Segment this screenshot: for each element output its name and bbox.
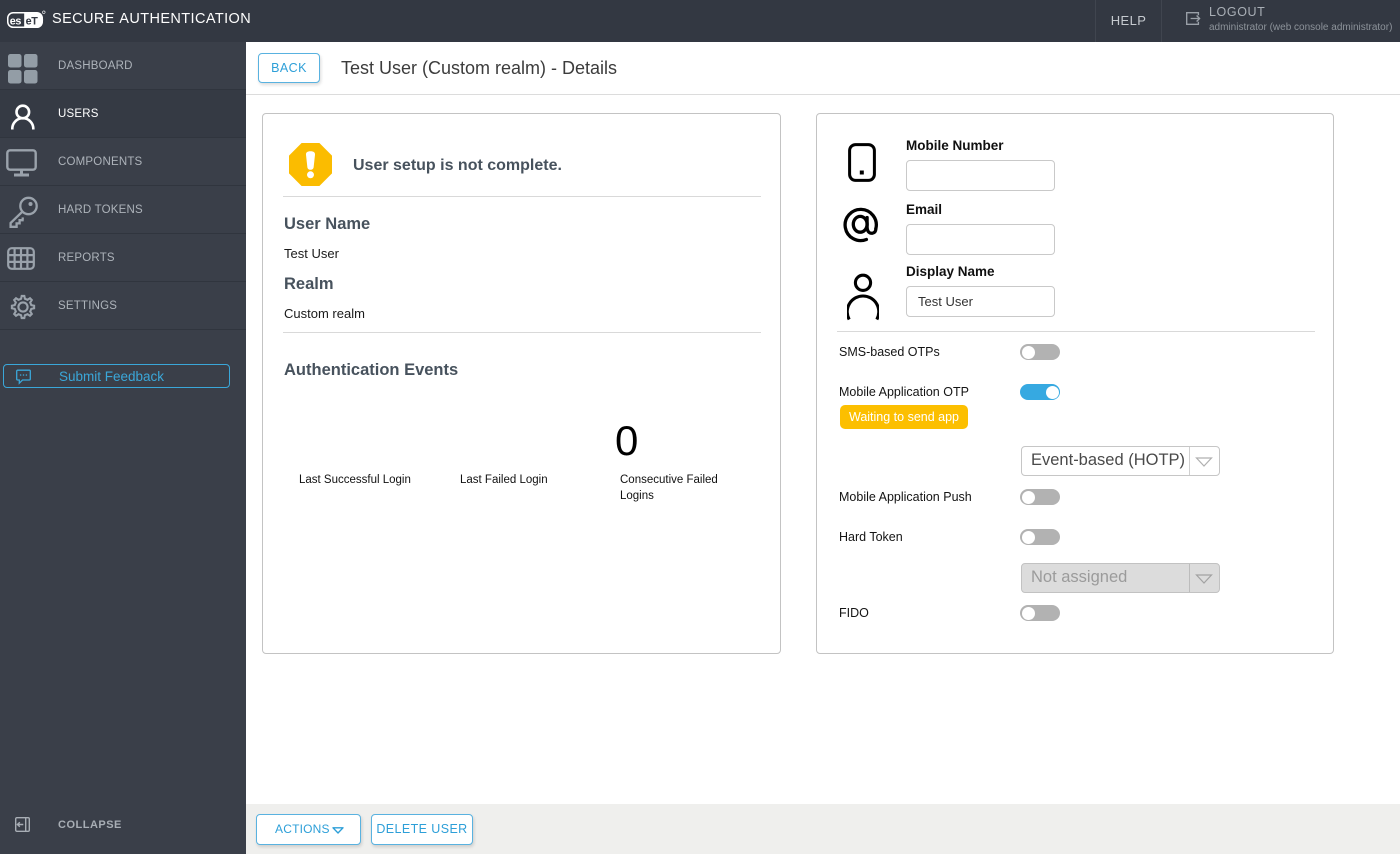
svg-text:eT: eT — [26, 16, 39, 28]
svg-text:es: es — [10, 16, 22, 28]
